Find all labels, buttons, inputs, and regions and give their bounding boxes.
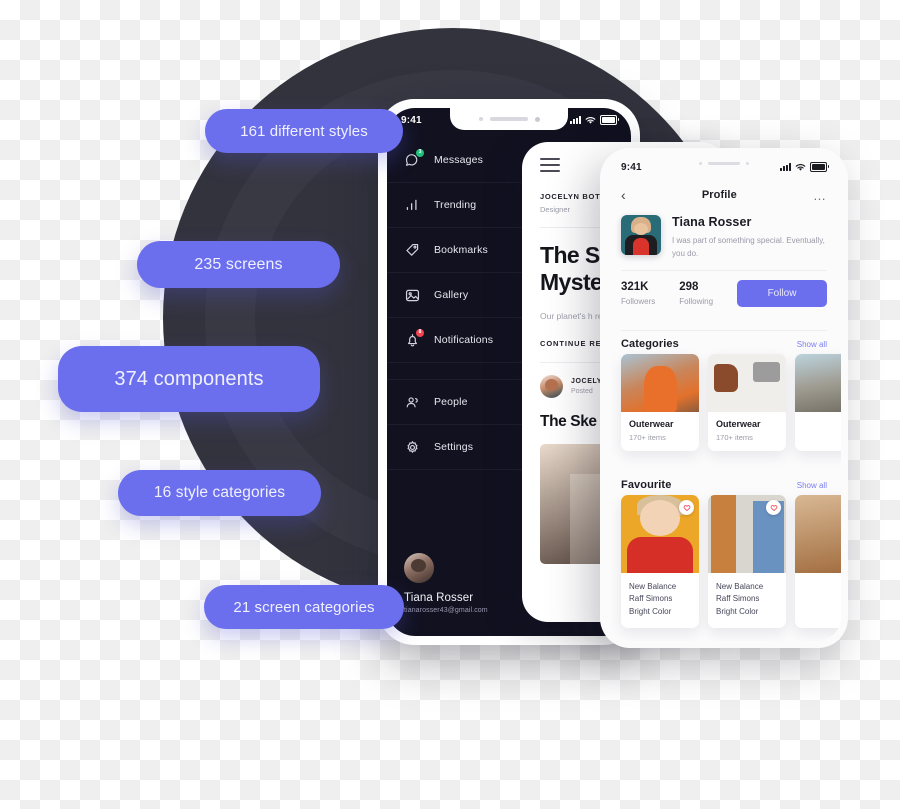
badge-components: 374 components bbox=[58, 346, 320, 412]
notch-speaker-bar bbox=[489, 117, 528, 121]
category-name: Outerwear bbox=[716, 419, 761, 429]
favourite-title: Favourite bbox=[621, 479, 672, 491]
divider bbox=[621, 330, 827, 331]
heart-icon[interactable] bbox=[679, 500, 694, 515]
page-title: Profile bbox=[701, 189, 737, 201]
status-icons bbox=[570, 115, 619, 125]
signal-bars-icon bbox=[780, 163, 791, 171]
category-card[interactable]: Outerwear 170+ items bbox=[708, 354, 786, 451]
followers-count: 321K bbox=[621, 281, 649, 293]
favourite-section-header: Favourite Show all bbox=[607, 479, 841, 491]
follow-button[interactable]: Follow bbox=[737, 280, 828, 307]
sidebar-item-label: Gallery bbox=[434, 289, 469, 301]
following-count: 298 bbox=[679, 281, 699, 293]
heart-icon[interactable] bbox=[766, 500, 781, 515]
avatar bbox=[540, 375, 563, 399]
category-item-count: 170+ items bbox=[716, 433, 753, 442]
badge-different-styles: 161 different styles bbox=[205, 109, 403, 153]
notch-sensor-dot bbox=[699, 162, 702, 165]
category-card[interactable] bbox=[795, 354, 841, 451]
gear-icon bbox=[404, 439, 421, 456]
category-name: Outerwear bbox=[629, 419, 674, 429]
categories-show-all-link[interactable]: Show all bbox=[797, 340, 827, 349]
notch-camera-dot bbox=[534, 116, 540, 122]
stat-followers: 321K Followers bbox=[621, 281, 655, 306]
notifications-badge: 8 bbox=[416, 328, 424, 337]
wifi-icon bbox=[585, 116, 596, 124]
status-time: 9:41 bbox=[401, 114, 422, 126]
bell-icon: 8 bbox=[404, 328, 424, 349]
profile-screen: 9:41 ‹ Profile … Tiana Rosser I was part… bbox=[607, 155, 841, 641]
favourite-list[interactable]: New Balance Raff Simons Bright Color New… bbox=[621, 495, 841, 629]
sidebar-item-label: Messages bbox=[434, 154, 484, 166]
bar-chart-icon bbox=[404, 197, 421, 214]
favourite-show-all-link[interactable]: Show all bbox=[797, 481, 827, 490]
profile-name: Tiana Rosser bbox=[672, 215, 752, 229]
tag-icon bbox=[404, 242, 421, 259]
category-card[interactable]: Outerwear 170+ items bbox=[621, 354, 699, 451]
chat-bubble-icon: 3 bbox=[404, 148, 424, 169]
profile-header: Tiana Rosser I was part of something spe… bbox=[607, 215, 841, 260]
image-icon bbox=[404, 287, 421, 304]
notch-camera-dot bbox=[746, 162, 749, 165]
favourite-card[interactable] bbox=[795, 495, 841, 629]
signal-bars-icon bbox=[570, 116, 581, 124]
sidebar-item-label: Bookmarks bbox=[434, 244, 488, 256]
profile-bio: I was part of something special. Eventua… bbox=[672, 236, 825, 259]
phone-notch bbox=[450, 108, 568, 130]
phone-profile: 9:41 ‹ Profile … Tiana Rosser I was part… bbox=[600, 148, 848, 648]
categories-section-header: Categories Show all bbox=[607, 338, 841, 350]
sidebar-item-label: Settings bbox=[434, 441, 474, 453]
badge-screens: 235 screens bbox=[137, 241, 340, 288]
notch-speaker-bar bbox=[708, 162, 740, 165]
profile-stats: 321K Followers 298 Following Follow bbox=[607, 280, 841, 307]
categories-title: Categories bbox=[621, 338, 679, 350]
messages-badge: 3 bbox=[416, 148, 424, 157]
avatar bbox=[621, 215, 661, 255]
people-icon bbox=[404, 394, 421, 411]
phone-notch bbox=[676, 155, 772, 172]
followers-label: Followers bbox=[621, 297, 656, 306]
badge-screen-categories: 21 screen categories bbox=[204, 585, 404, 629]
stat-following: 298 Following bbox=[679, 281, 713, 306]
favourite-thumbnail bbox=[621, 495, 699, 573]
favourite-card[interactable]: New Balance Raff Simons Bright Color bbox=[708, 495, 786, 629]
more-horizontal-icon[interactable]: … bbox=[813, 189, 827, 202]
favourite-name: New Balance Raff Simons Bright Color bbox=[629, 582, 677, 616]
divider bbox=[621, 270, 827, 271]
status-icons bbox=[780, 162, 829, 172]
profile-navbar: ‹ Profile … bbox=[607, 181, 841, 209]
hamburger-icon[interactable] bbox=[540, 158, 560, 172]
chevron-left-icon[interactable]: ‹ bbox=[621, 188, 626, 202]
category-thumbnail bbox=[795, 354, 841, 412]
badge-style-categories: 16 style categories bbox=[118, 470, 321, 516]
battery-icon bbox=[600, 115, 619, 125]
favourite-name: New Balance Raff Simons Bright Color bbox=[716, 582, 764, 616]
avatar bbox=[404, 553, 434, 583]
sidebar-item-label: Notifications bbox=[434, 334, 494, 346]
wifi-icon bbox=[795, 163, 806, 171]
status-time: 9:41 bbox=[621, 161, 642, 173]
battery-icon bbox=[810, 162, 829, 172]
favourite-thumbnail bbox=[708, 495, 786, 573]
categories-list[interactable]: Outerwear 170+ items Outerwear 170+ item… bbox=[621, 354, 841, 451]
sidebar-item-label: People bbox=[434, 396, 468, 408]
favourite-thumbnail bbox=[795, 495, 841, 573]
category-thumbnail bbox=[621, 354, 699, 412]
favourite-card[interactable]: New Balance Raff Simons Bright Color bbox=[621, 495, 699, 629]
following-label: Following bbox=[679, 297, 714, 306]
sidebar-item-label: Trending bbox=[434, 199, 477, 211]
category-thumbnail bbox=[708, 354, 786, 412]
notch-sensor-dot bbox=[478, 117, 483, 121]
category-item-count: 170+ items bbox=[629, 433, 666, 442]
